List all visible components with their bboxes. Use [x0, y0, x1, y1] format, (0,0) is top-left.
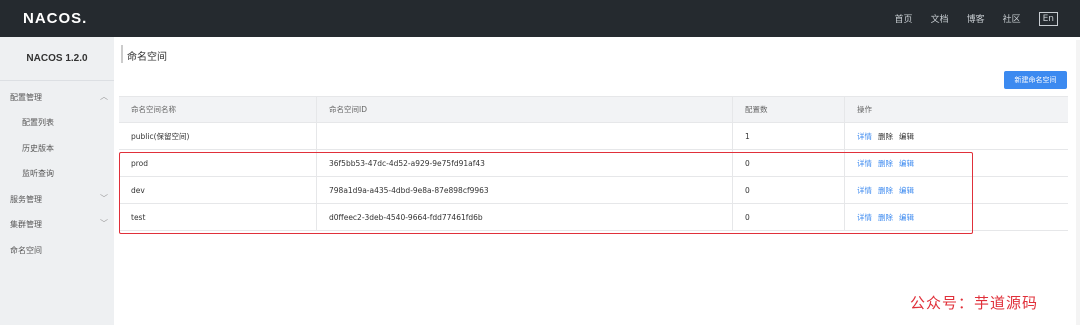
operations-cell: 详情 删除 编辑 — [845, 123, 1068, 149]
sidebar-item-label: 历史版本 — [22, 144, 54, 153]
table-header: 命名空间名称 命名空间ID 配置数 操作 — [119, 96, 1068, 123]
nav-docs[interactable]: 文档 — [931, 12, 949, 25]
sidebar-item-config-list[interactable]: 配置列表 — [22, 117, 54, 128]
delete-link[interactable]: 删除 — [878, 131, 893, 142]
header-operations: 操作 — [857, 105, 872, 114]
top-header: NACOS. 首页 文档 博客 社区 En — [0, 0, 1080, 37]
sidebar-item-label: 集群管理 — [10, 220, 42, 229]
sidebar-item-label: 服务管理 — [10, 195, 42, 204]
chevron-down-icon: ﹀ — [100, 194, 108, 203]
sidebar-item-label: 命名空间 — [10, 246, 42, 255]
new-namespace-button[interactable]: 新建命名空间 — [1004, 71, 1067, 89]
top-nav: 首页 文档 博客 社区 En — [877, 0, 1058, 37]
sidebar-item-cluster-management[interactable]: 集群管理 ﹀ — [10, 219, 108, 230]
scrollbar[interactable] — [1076, 40, 1080, 325]
nacos-logo[interactable]: NACOS. — [23, 10, 87, 27]
namespace-name: public(保留空间) — [119, 123, 317, 149]
config-count: 1 — [733, 123, 845, 149]
highlight-box — [119, 152, 973, 234]
sidebar-item-history[interactable]: 历史版本 — [22, 143, 54, 154]
namespace-id — [317, 123, 733, 149]
sidebar-item-service-management[interactable]: 服务管理 ﹀ — [10, 194, 108, 205]
language-switch[interactable]: En — [1038, 11, 1058, 26]
nav-home[interactable]: 首页 — [895, 12, 913, 25]
sidebar-title: NACOS 1.2.0 — [0, 37, 114, 81]
page-title: 命名空间 — [127, 52, 167, 63]
sidebar-item-namespace[interactable]: 命名空间 — [10, 245, 42, 256]
sidebar-item-label: 配置列表 — [22, 118, 54, 127]
sidebar-item-label: 配置管理 — [10, 93, 42, 102]
watermark: 公众号：芋道源码 — [910, 294, 1039, 312]
header-namespace-id: 命名空间ID — [317, 97, 733, 122]
nav-blog[interactable]: 博客 — [967, 12, 985, 25]
detail-link[interactable]: 详情 — [857, 131, 872, 142]
sidebar-item-config-management[interactable]: 配置管理 ︿ — [10, 92, 108, 103]
table-row: public(保留空间) 1 详情 删除 编辑 — [119, 123, 1068, 150]
chevron-up-icon: ︿ — [100, 92, 108, 101]
sidebar-item-listener-query[interactable]: 监听查询 — [22, 168, 54, 179]
title-accent-bar — [121, 45, 123, 63]
chevron-down-icon: ﹀ — [100, 219, 108, 228]
nav-community[interactable]: 社区 — [1003, 12, 1021, 25]
sidebar: NACOS 1.2.0 配置管理 ︿ 配置列表 历史版本 监听查询 服务管理 ﹀… — [0, 37, 114, 325]
edit-link[interactable]: 编辑 — [899, 131, 914, 142]
header-config-count: 配置数 — [733, 97, 845, 122]
sidebar-item-label: 监听查询 — [22, 169, 54, 178]
header-namespace-name: 命名空间名称 — [119, 97, 317, 122]
